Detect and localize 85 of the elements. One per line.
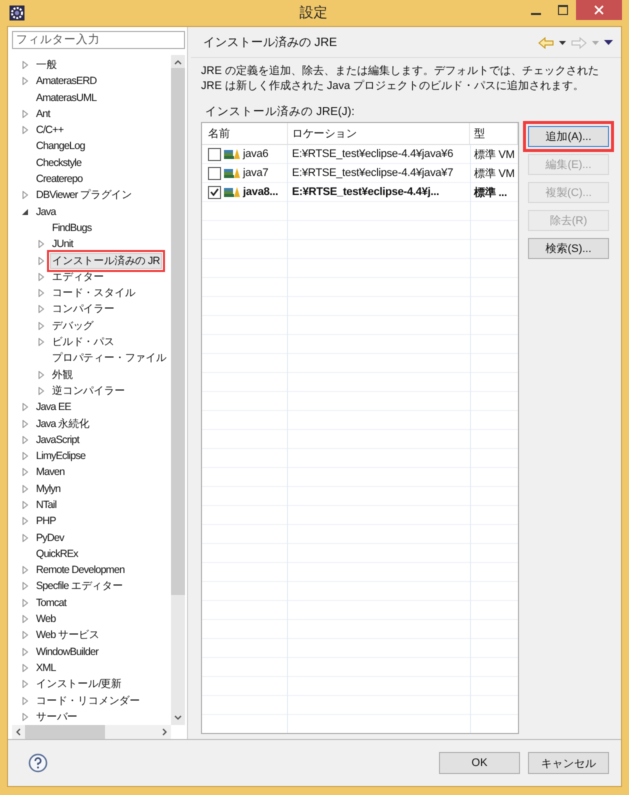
table-cell: java7 xyxy=(243,167,268,180)
tree-item[interactable]: Maven xyxy=(34,465,67,480)
tree-item[interactable]: Java 永続化 xyxy=(34,416,92,432)
maximize-icon xyxy=(558,5,568,15)
checkbox[interactable] xyxy=(208,148,221,161)
tree-item[interactable]: Web サービス xyxy=(34,627,102,644)
dropdown-icon[interactable] xyxy=(559,40,566,45)
view-menu-icon[interactable] xyxy=(604,40,613,46)
tree-item[interactable]: JUnit xyxy=(50,237,75,252)
scroll-right-icon[interactable] xyxy=(162,728,168,736)
tree-item[interactable]: ビルド・パス xyxy=(50,334,116,350)
table-cell-text: 標準 VM xyxy=(473,148,516,163)
horizontal-scrollbar[interactable] xyxy=(12,725,171,739)
tree-item[interactable]: 逆コンパイラー xyxy=(50,382,127,399)
column-header[interactable]: ロケーション xyxy=(288,122,470,144)
table-cell-text: E:¥RTSE_test¥eclipse-4.4¥java¥6 xyxy=(291,147,454,162)
close-icon xyxy=(594,5,604,15)
table-cell-text: 標準 VM xyxy=(473,166,516,182)
tree-item[interactable]: QuickREx xyxy=(34,546,80,561)
tree-item[interactable]: FindBugs xyxy=(50,220,94,235)
description-text: JRE の定義を追加、除去、または編集します。デフォルトでは、チェックされた JRE は新しく作成された Java プロジェクトのビルド・パスに追加されます。 xyxy=(201,64,600,94)
expanded-arrow-icon[interactable] xyxy=(22,208,29,216)
dialog-button[interactable]: キャンセル xyxy=(528,752,609,774)
close-button[interactable] xyxy=(576,0,622,20)
tree-item[interactable]: XML xyxy=(34,660,58,675)
tree-item[interactable]: Checkstyle xyxy=(34,156,84,170)
table-cell: java8... xyxy=(243,186,278,198)
column-header[interactable]: 名前 xyxy=(202,122,288,144)
collapsed-arrow-icon[interactable] xyxy=(22,191,29,200)
window-title: 設定 xyxy=(300,4,328,22)
books-icon xyxy=(224,148,240,160)
tree-item[interactable]: WindowBuilder xyxy=(34,644,100,659)
tree-item[interactable]: エディター xyxy=(50,268,106,285)
tree-item[interactable]: C/C++ xyxy=(34,123,66,138)
tree-item[interactable]: Mylyn xyxy=(34,482,62,496)
tree-item[interactable]: Remote Developmen xyxy=(34,563,126,578)
table-label: インストール済みの JRE(J): xyxy=(204,104,356,119)
tree-item[interactable]: ChangeLog xyxy=(34,139,87,154)
table-cell: java6 xyxy=(243,148,268,160)
tree-item[interactable]: コード・リコメンダー xyxy=(34,692,142,709)
tree-item[interactable]: AmaterasUML xyxy=(34,90,99,105)
tree-item[interactable]: コンパイラー xyxy=(50,301,116,318)
table-cell-text: E:¥RTSE_test¥eclipse-4.4¥java¥7 xyxy=(291,166,454,182)
action-button[interactable]: 検索(S)... xyxy=(528,238,609,259)
tree-item[interactable]: プロパティー・ファイル・ xyxy=(50,350,171,366)
tree-item[interactable]: 外観 xyxy=(50,366,75,383)
tree-item[interactable]: Web xyxy=(34,612,58,626)
table-cell-text: 標準 ... xyxy=(472,186,508,201)
books-icon xyxy=(224,167,240,180)
tree-item[interactable]: Ant xyxy=(34,106,52,121)
tree-item[interactable]: デバッグ xyxy=(50,318,96,334)
tree-item[interactable]: LimyEclipse xyxy=(34,449,88,464)
minimize-icon xyxy=(530,12,540,14)
tree-item[interactable]: Tomcat xyxy=(34,596,68,610)
tree-item[interactable]: PyDev xyxy=(34,530,66,545)
tree-item[interactable]: Java xyxy=(34,204,58,219)
checkbox[interactable] xyxy=(208,166,221,180)
tree-item[interactable]: DBViewer プラグイン xyxy=(34,187,134,204)
tree-item[interactable]: コード・スタイル xyxy=(50,285,138,302)
tree-item[interactable]: サーバー xyxy=(34,708,80,725)
tree-item[interactable]: Specfile エディター xyxy=(34,578,125,594)
table-cell-text: E:¥RTSE_test¥eclipse-4.4¥j... xyxy=(291,185,440,200)
tree-item[interactable]: インストール/更新 xyxy=(34,676,124,692)
checkbox[interactable] xyxy=(208,186,221,199)
back-arrow-icon[interactable] xyxy=(538,36,554,49)
checkmark-icon xyxy=(210,188,219,196)
books-icon xyxy=(224,186,240,198)
tree-item[interactable]: Createrepo xyxy=(34,172,85,186)
tree-item[interactable]: 一般 xyxy=(34,56,59,73)
column-header[interactable]: 型 xyxy=(470,122,518,144)
scroll-down-icon[interactable] xyxy=(174,715,182,721)
tree-item[interactable]: インストール済みの JR xyxy=(50,252,162,269)
page-title: インストール済みの JRE xyxy=(203,34,338,52)
tree-item[interactable]: JavaScript xyxy=(34,432,82,447)
filter-field[interactable]: フィルター入力 xyxy=(12,30,185,49)
tree-item[interactable]: AmaterasERD xyxy=(34,74,99,88)
scroll-left-icon[interactable] xyxy=(15,728,21,736)
tree-item[interactable]: PHP xyxy=(34,514,58,528)
tree-item[interactable]: Java EE xyxy=(34,400,73,414)
gear-icon xyxy=(9,4,25,21)
vertical-scrollbar[interactable] xyxy=(171,54,185,725)
tree-item[interactable]: NTail xyxy=(34,498,58,512)
scroll-up-icon[interactable] xyxy=(174,58,182,65)
dialog-button[interactable]: OK xyxy=(439,752,520,774)
help-icon[interactable] xyxy=(28,753,48,773)
